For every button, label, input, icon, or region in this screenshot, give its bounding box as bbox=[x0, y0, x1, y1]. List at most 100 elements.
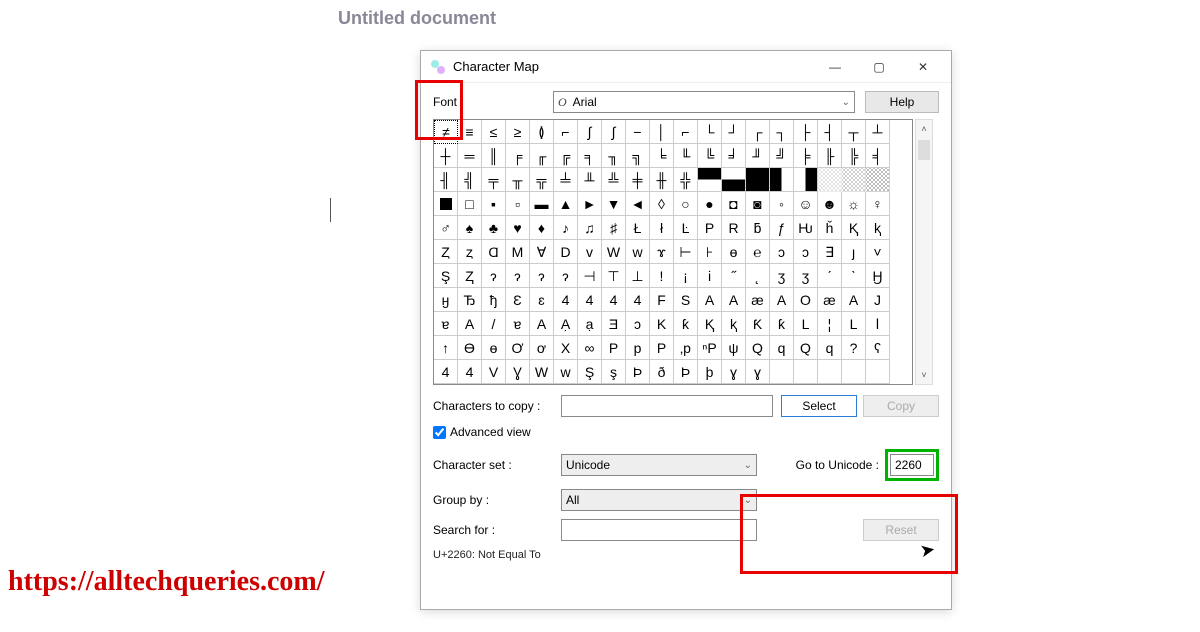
char-cell[interactable]: Q bbox=[746, 336, 770, 360]
char-cell[interactable]: Ş bbox=[578, 360, 602, 384]
char-cell[interactable]: M bbox=[506, 240, 530, 264]
char-cell[interactable]: A bbox=[530, 312, 554, 336]
char-cell[interactable]: 4 bbox=[626, 288, 650, 312]
char-cell[interactable]: ╝ bbox=[770, 144, 794, 168]
char-cell[interactable]: ┐ bbox=[770, 120, 794, 144]
char-cell[interactable]: ╘ bbox=[650, 144, 674, 168]
char-cell[interactable]: ɛ bbox=[530, 288, 554, 312]
char-cell[interactable]: ◄ bbox=[626, 192, 650, 216]
char-cell[interactable]: ¡ bbox=[674, 264, 698, 288]
char-cell[interactable]: v bbox=[578, 240, 602, 264]
char-cell[interactable] bbox=[434, 384, 458, 385]
char-cell[interactable] bbox=[578, 384, 602, 385]
char-cell[interactable]: ╗ bbox=[626, 144, 650, 168]
char-cell[interactable]: ψ bbox=[722, 336, 746, 360]
character-grid[interactable]: ≠≡≤≥≬⌐∫∫−│⌐└┘┌┐├┤┬┴┼═║╒╓╔╕╖╗╘╙╚╛╜╝╞╟╠╡╢╣… bbox=[433, 119, 913, 385]
search-input[interactable] bbox=[561, 519, 757, 541]
char-cell[interactable]: Ɣ bbox=[506, 360, 530, 384]
char-cell[interactable]: ȥ bbox=[458, 240, 482, 264]
char-cell[interactable]: ◊ bbox=[650, 192, 674, 216]
char-cell[interactable]: ♀ bbox=[866, 192, 890, 216]
char-cell[interactable]: A bbox=[722, 288, 746, 312]
char-cell[interactable]: ɐ bbox=[434, 312, 458, 336]
close-button[interactable]: ✕ bbox=[901, 52, 945, 82]
char-cell[interactable]: ┌ bbox=[746, 120, 770, 144]
char-cell[interactable]: ╡ bbox=[866, 144, 890, 168]
char-cell[interactable]: ═ bbox=[458, 144, 482, 168]
char-cell[interactable]: ╨ bbox=[578, 168, 602, 192]
char-cell[interactable] bbox=[818, 360, 842, 384]
char-cell[interactable]: ◙ bbox=[746, 192, 770, 216]
char-cell[interactable]: ► bbox=[578, 192, 602, 216]
char-cell[interactable]: Þ bbox=[626, 360, 650, 384]
char-cell[interactable]: ├ bbox=[794, 120, 818, 144]
char-cell[interactable] bbox=[674, 384, 698, 385]
char-cell[interactable]: ╧ bbox=[554, 168, 578, 192]
char-cell[interactable]: X bbox=[554, 336, 578, 360]
char-cell[interactable]: W bbox=[530, 360, 554, 384]
char-cell[interactable]: ƙ bbox=[674, 312, 698, 336]
char-cell[interactable]: ∫ bbox=[578, 120, 602, 144]
char-cell[interactable]: Ӈ bbox=[866, 264, 890, 288]
char-cell[interactable] bbox=[818, 168, 842, 192]
char-cell[interactable]: Ŀ bbox=[674, 216, 698, 240]
char-cell[interactable]: ╤ bbox=[482, 168, 506, 192]
char-cell[interactable]: ╞ bbox=[794, 144, 818, 168]
advanced-view-checkbox[interactable] bbox=[433, 426, 446, 439]
char-cell[interactable]: A bbox=[458, 312, 482, 336]
char-cell[interactable] bbox=[698, 168, 722, 192]
char-cell[interactable]: ɂ bbox=[530, 264, 554, 288]
char-cell[interactable]: ∀ bbox=[530, 240, 554, 264]
char-cell[interactable]: ♫ bbox=[578, 216, 602, 240]
char-cell[interactable] bbox=[794, 360, 818, 384]
char-cell[interactable]: ƒ bbox=[770, 216, 794, 240]
help-button[interactable]: Help bbox=[865, 91, 939, 113]
char-cell[interactable]: □ bbox=[458, 192, 482, 216]
char-cell[interactable] bbox=[530, 384, 554, 385]
char-cell[interactable]: ║ bbox=[482, 144, 506, 168]
copy-button[interactable]: Copy bbox=[863, 395, 939, 417]
char-cell[interactable]: ⅼ bbox=[866, 312, 890, 336]
char-cell[interactable]: ╠ bbox=[842, 144, 866, 168]
char-cell[interactable]: ɂ bbox=[506, 264, 530, 288]
char-cell[interactable]: ≥ bbox=[506, 120, 530, 144]
char-cell[interactable] bbox=[794, 168, 818, 192]
char-cell[interactable]: ╩ bbox=[602, 168, 626, 192]
char-cell[interactable]: ≡ bbox=[458, 120, 482, 144]
char-cell[interactable]: ♦ bbox=[530, 216, 554, 240]
char-cell[interactable]: ╚ bbox=[698, 144, 722, 168]
char-cell[interactable]: ⊢ bbox=[674, 240, 698, 264]
characters-to-copy-input[interactable] bbox=[561, 395, 773, 417]
char-cell[interactable]: ȷ bbox=[842, 240, 866, 264]
char-cell[interactable]: ○ bbox=[674, 192, 698, 216]
char-cell[interactable]: ? bbox=[842, 336, 866, 360]
char-cell[interactable]: Ƕ bbox=[794, 216, 818, 240]
char-cell[interactable]: ʒ bbox=[770, 264, 794, 288]
char-cell[interactable]: ┬ bbox=[842, 120, 866, 144]
char-cell[interactable]: і bbox=[698, 264, 722, 288]
char-cell[interactable]: ʕ bbox=[866, 336, 890, 360]
char-cell[interactable]: ╦ bbox=[530, 168, 554, 192]
char-cell[interactable]: └ bbox=[698, 120, 722, 144]
char-cell[interactable]: ● bbox=[698, 192, 722, 216]
char-cell[interactable]: Ƙ bbox=[746, 312, 770, 336]
font-select[interactable]: O Arial ⌄ bbox=[553, 91, 855, 113]
char-cell[interactable]: ђ bbox=[482, 288, 506, 312]
char-cell[interactable]: P bbox=[698, 216, 722, 240]
char-cell[interactable]: ╖ bbox=[602, 144, 626, 168]
char-cell[interactable]: ▬ bbox=[530, 192, 554, 216]
char-cell[interactable]: D bbox=[554, 240, 578, 264]
char-cell[interactable]: Ⱬ bbox=[458, 264, 482, 288]
char-cell[interactable]: F bbox=[650, 288, 674, 312]
char-cell[interactable]: ♪ bbox=[554, 216, 578, 240]
char-cell[interactable]: ˛ bbox=[746, 264, 770, 288]
select-button[interactable]: Select bbox=[781, 395, 857, 417]
char-cell[interactable]: ♠ bbox=[458, 216, 482, 240]
char-cell[interactable]: æ bbox=[818, 288, 842, 312]
char-cell[interactable]: ▲ bbox=[554, 192, 578, 216]
char-cell[interactable]: ╜ bbox=[746, 144, 770, 168]
char-cell[interactable]: Þ bbox=[674, 360, 698, 384]
char-cell[interactable] bbox=[866, 168, 890, 192]
char-cell[interactable]: ♯ bbox=[602, 216, 626, 240]
char-cell[interactable]: ╟ bbox=[818, 144, 842, 168]
